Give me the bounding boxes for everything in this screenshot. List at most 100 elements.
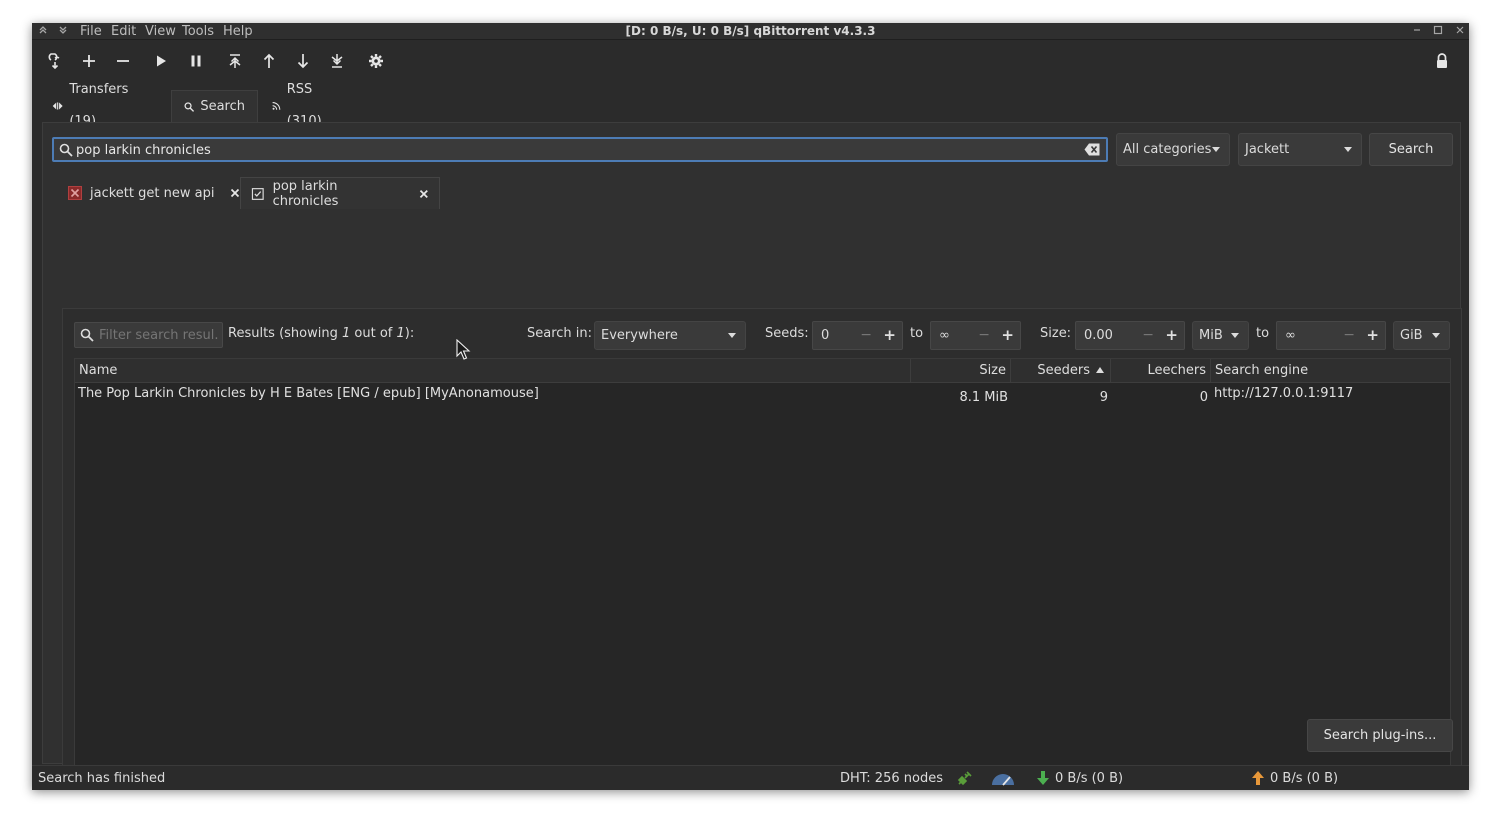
search-panel: All categories Jackett Search Results (s… — [42, 122, 1462, 790]
chevron-down-icon — [1231, 333, 1239, 338]
size-max-value: ∞ — [1285, 328, 1296, 343]
title-bar: File Edit View Tools Help [D: 0 B/s, U: … — [32, 23, 1469, 40]
category-select[interactable]: All categories — [1116, 133, 1230, 166]
menu-tools[interactable]: Tools — [182, 23, 214, 40]
search-in-label: Search in: — [527, 326, 593, 341]
dht-nodes: DHT: 256 nodes — [840, 771, 943, 786]
minimize-icon[interactable] — [1410, 23, 1424, 40]
tab-search[interactable]: Search — [171, 90, 258, 122]
pause-icon[interactable] — [185, 50, 207, 72]
mouse-cursor-icon — [456, 339, 471, 360]
resume-icon[interactable] — [150, 50, 172, 72]
size-label: Size: — [1040, 326, 1072, 341]
column-seeders-label: Seeders — [1037, 363, 1090, 378]
plus-icon[interactable]: + — [1001, 322, 1014, 349]
add-icon[interactable] — [78, 50, 100, 72]
row-name: The Pop Larkin Chronicles by H E Bates [… — [78, 386, 539, 401]
seeds-min-spinbox[interactable]: 0 − + — [812, 321, 903, 350]
tab-transfers[interactable]: Transfers (19) — [40, 82, 145, 129]
plugin-select-value: Jackett — [1245, 142, 1290, 157]
download-arrow-icon — [1037, 771, 1049, 785]
move-top-icon[interactable] — [224, 50, 246, 72]
remove-icon[interactable] — [112, 50, 134, 72]
menu-view[interactable]: View — [145, 23, 176, 40]
results-panel: Results (showing 1 out of 1): Search in:… — [62, 308, 1462, 790]
download-speed: 0 B/s (0 B) — [1055, 771, 1124, 786]
row-search-engine: http://127.0.0.1:9117 — [1214, 386, 1354, 401]
filter-input[interactable] — [99, 326, 219, 344]
column-search-engine[interactable]: Search engine — [1211, 359, 1450, 383]
speed-limit-icon[interactable] — [990, 772, 1016, 786]
task-complete-icon — [251, 187, 264, 200]
search-in-value: Everywhere — [601, 328, 678, 343]
close-tab-icon[interactable] — [230, 188, 240, 198]
result-tab-pop-larkin-label: pop larkin chronicles — [272, 178, 339, 209]
results-suffix: ): — [404, 326, 415, 341]
maximize-icon[interactable] — [1431, 23, 1445, 40]
close-tab-icon[interactable] — [419, 189, 429, 199]
chevron-down-icon — [1432, 333, 1440, 338]
column-size[interactable]: Size — [911, 359, 1011, 383]
lock-icon[interactable] — [1431, 50, 1453, 72]
search-bar[interactable] — [52, 137, 1108, 162]
search-plugins-button[interactable]: Search plug-ins... — [1307, 719, 1453, 752]
plugin-select[interactable]: Jackett — [1238, 133, 1362, 166]
seeds-min-value: 0 — [821, 328, 830, 343]
search-input[interactable] — [76, 141, 1076, 159]
shade-icon[interactable] — [36, 23, 50, 40]
upload-speed: 0 B/s (0 B) — [1270, 771, 1339, 786]
plus-icon[interactable]: + — [1165, 322, 1178, 349]
connected-plug-icon[interactable] — [956, 771, 972, 787]
move-down-icon[interactable] — [292, 50, 314, 72]
settings-icon[interactable] — [365, 50, 387, 72]
seeds-max-spinbox[interactable]: ∞ − + — [930, 321, 1021, 350]
link-icon[interactable] — [44, 50, 66, 72]
size-min-spinbox[interactable]: 0.00 − + — [1075, 321, 1185, 350]
row-size: 8.1 MiB — [959, 390, 1008, 405]
chevron-down-icon — [1212, 147, 1220, 152]
size-max-unit-select[interactable]: GiB — [1393, 321, 1450, 350]
size-min-unit-select[interactable]: MiB — [1192, 321, 1249, 350]
column-name[interactable]: Name — [75, 359, 911, 383]
size-min-value: 0.00 — [1084, 328, 1113, 343]
search-icon — [59, 143, 73, 157]
tab-search-label: Search — [200, 98, 245, 114]
results-prefix: Results (showing — [228, 326, 342, 341]
status-message: Search has finished — [38, 771, 166, 786]
results-total: 1 — [396, 326, 405, 341]
column-seeders[interactable]: Seeders — [1011, 359, 1111, 383]
result-tab-pop-larkin[interactable]: pop larkin chronicles — [240, 177, 440, 209]
minus-icon[interactable]: − — [1343, 322, 1355, 349]
column-leechers[interactable]: Leechers — [1111, 359, 1211, 383]
clear-text-icon[interactable] — [1084, 143, 1100, 156]
table-header: Name Size Seeders Leechers Search engine — [75, 359, 1450, 383]
search-in-select[interactable]: Everywhere — [594, 321, 746, 350]
row-seeders: 9 — [1099, 390, 1108, 405]
upload-arrow-icon — [1252, 771, 1264, 785]
minus-icon[interactable]: − — [1142, 322, 1154, 349]
size-max-spinbox[interactable]: ∞ − + — [1276, 321, 1386, 350]
minus-icon[interactable]: − — [860, 322, 872, 349]
move-bottom-icon[interactable] — [326, 50, 348, 72]
minus-icon[interactable]: − — [978, 322, 990, 349]
search-button[interactable]: Search — [1369, 133, 1453, 166]
search-icon — [184, 101, 195, 112]
keep-below-icon[interactable] — [56, 23, 70, 40]
menu-edit[interactable]: Edit — [111, 23, 136, 40]
transfers-icon — [52, 102, 63, 110]
menu-help[interactable]: Help — [223, 23, 253, 40]
result-tab-jackett-api[interactable]: jackett get new api — [58, 177, 250, 209]
plus-icon[interactable]: + — [883, 322, 896, 349]
close-icon[interactable] — [1453, 23, 1467, 40]
chevron-down-icon — [1344, 147, 1352, 152]
result-tab-jackett-api-label: jackett get new api — [90, 185, 215, 201]
app-window: File Edit View Tools Help [D: 0 B/s, U: … — [32, 23, 1469, 790]
tab-rss[interactable]: RSS (310) — [260, 82, 339, 129]
move-up-icon[interactable] — [258, 50, 280, 72]
plus-icon[interactable]: + — [1366, 322, 1379, 349]
menu-file[interactable]: File — [80, 23, 102, 40]
results-table: Name Size Seeders Leechers Search engine… — [74, 358, 1451, 790]
sort-ascending-icon — [1096, 367, 1104, 373]
size-to-label: to — [1256, 326, 1270, 341]
filter-field[interactable] — [74, 322, 223, 348]
